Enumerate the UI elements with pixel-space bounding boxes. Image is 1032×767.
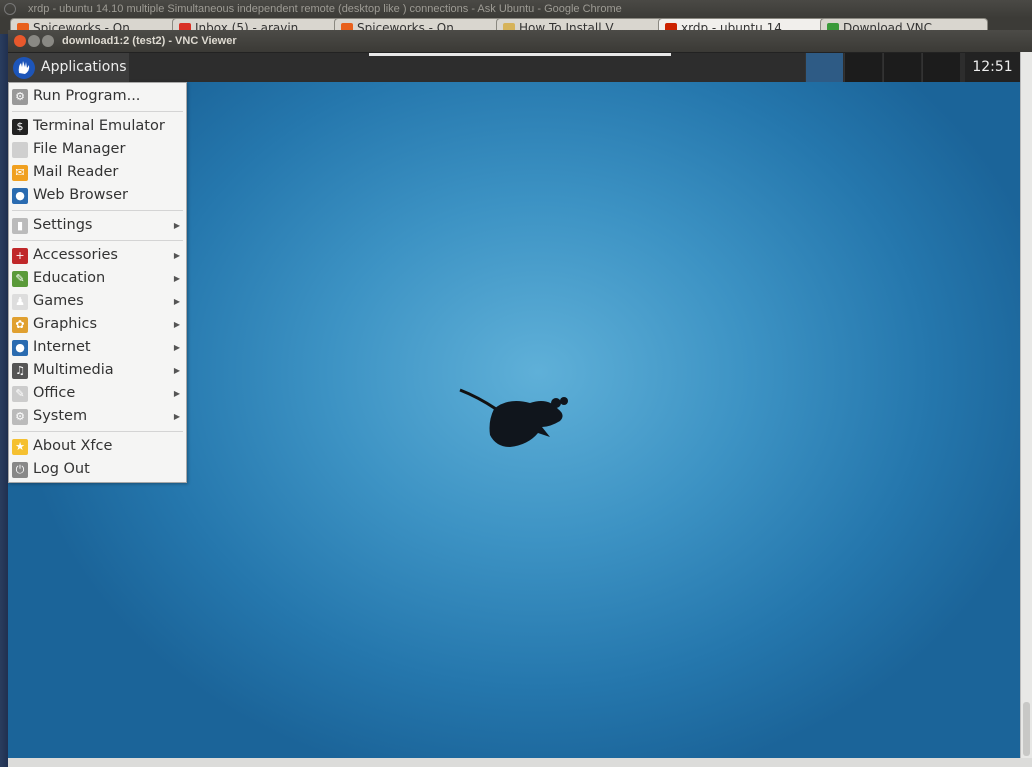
- menu-item-system[interactable]: ⚙ System ▶: [9, 405, 186, 428]
- workspace-2[interactable]: [844, 53, 882, 83]
- menu-separator: [12, 240, 183, 241]
- menu-item-run-program[interactable]: ⚙ Run Program...: [9, 85, 186, 108]
- submenu-arrow-icon: ▶: [173, 412, 180, 421]
- menu-item-label: Accessories: [33, 247, 118, 263]
- menu-item-games[interactable]: ♟ Games ▶: [9, 290, 186, 313]
- submenu-arrow-icon: ▶: [173, 343, 180, 352]
- menu-item-label: Run Program...: [33, 88, 141, 104]
- menu-item-label: Education: [33, 270, 106, 286]
- horizontal-scrollbar[interactable]: [8, 758, 1032, 767]
- menu-item-label: Settings: [33, 217, 93, 233]
- menu-item-label: Terminal Emulator: [33, 118, 165, 134]
- submenu-arrow-icon: ▶: [173, 251, 180, 260]
- submenu-arrow-icon: ▶: [173, 320, 180, 329]
- menu-item-label: Mail Reader: [33, 164, 119, 180]
- xfce-mouse-logo: [459, 388, 568, 447]
- xfce-panel: Applications 12:51: [8, 52, 1020, 83]
- menu-item-label: Web Browser: [33, 187, 128, 203]
- menu-item-settings[interactable]: ▮ Settings ▶: [9, 214, 186, 237]
- terminal-icon: $: [12, 119, 28, 135]
- globe-icon: ●: [12, 340, 28, 356]
- accessories-icon: +: [12, 248, 28, 264]
- close-window-icon[interactable]: [4, 3, 16, 15]
- menu-item-label: Log Out: [33, 461, 90, 477]
- vertical-scrollbar[interactable]: [1020, 52, 1032, 758]
- close-icon[interactable]: [14, 35, 26, 47]
- menu-item-about-xfce[interactable]: ★ About Xfce: [9, 435, 186, 458]
- loading-bar: [369, 53, 671, 56]
- menu-item-multimedia[interactable]: ♫ Multimedia ▶: [9, 359, 186, 382]
- games-icon: ♟: [12, 294, 28, 310]
- applications-menu-button[interactable]: Applications: [8, 53, 129, 83]
- education-icon: ✎: [12, 271, 28, 287]
- workspace-1[interactable]: [805, 53, 843, 83]
- submenu-arrow-icon: ▶: [173, 366, 180, 375]
- mail-icon: ✉: [12, 165, 28, 181]
- menu-item-accessories[interactable]: + Accessories ▶: [9, 244, 186, 267]
- menu-item-label: About Xfce: [33, 438, 113, 454]
- gear-icon: ⚙: [12, 409, 28, 425]
- chrome-window-title: xrdp - ubuntu 14.10 multiple Simultaneou…: [28, 3, 622, 15]
- ubuntu-launcher: [0, 34, 8, 767]
- menu-item-label: Office: [33, 385, 76, 401]
- submenu-arrow-icon: ▶: [173, 221, 180, 230]
- submenu-arrow-icon: ▶: [173, 274, 180, 283]
- menu-item-office[interactable]: ✎ Office ▶: [9, 382, 186, 405]
- palette-icon: ✿: [12, 317, 28, 333]
- chrome-title-bar: xrdp - ubuntu 14.10 multiple Simultaneou…: [0, 0, 1032, 18]
- clock[interactable]: 12:51: [965, 53, 1020, 83]
- menu-item-label: Games: [33, 293, 84, 309]
- menu-item-graphics[interactable]: ✿ Graphics ▶: [9, 313, 186, 336]
- folder-icon: [12, 142, 28, 158]
- xfce-logo-icon: [13, 57, 35, 79]
- maximize-icon[interactable]: [42, 35, 54, 47]
- power-icon: ⏻: [12, 462, 28, 478]
- applications-menu: ⚙ Run Program... $ Terminal Emulator File Ma…: [8, 82, 187, 483]
- menu-item-internet[interactable]: ● Internet ▶: [9, 336, 186, 359]
- menu-separator: [12, 111, 183, 112]
- workspace-3[interactable]: [883, 53, 921, 83]
- menu-item-label: System: [33, 408, 88, 424]
- menu-item-log-out[interactable]: ⏻ Log Out: [9, 458, 186, 481]
- menu-item-label: File Manager: [33, 141, 126, 157]
- menu-item-mail-reader[interactable]: ✉ Mail Reader: [9, 161, 186, 184]
- multimedia-icon: ♫: [12, 363, 28, 379]
- vnc-window-title: download1:2 (test2) - VNC Viewer: [62, 35, 237, 47]
- submenu-arrow-icon: ▶: [173, 297, 180, 306]
- menu-separator: [12, 431, 183, 432]
- submenu-arrow-icon: ▶: [173, 389, 180, 398]
- minimize-icon[interactable]: [28, 35, 40, 47]
- menu-separator: [12, 210, 183, 211]
- gears-icon: ⚙: [12, 89, 28, 105]
- vnc-title-bar[interactable]: download1:2 (test2) - VNC Viewer: [8, 30, 1032, 52]
- menu-item-terminal-emulator[interactable]: $ Terminal Emulator: [9, 115, 186, 138]
- workspace-4[interactable]: [922, 53, 960, 83]
- globe-icon: ●: [12, 188, 28, 204]
- settings-icon: ▮: [12, 218, 28, 234]
- menu-item-label: Graphics: [33, 316, 98, 332]
- scrollbar-thumb[interactable]: [1023, 702, 1030, 756]
- menu-item-education[interactable]: ✎ Education ▶: [9, 267, 186, 290]
- menu-item-label: Internet: [33, 339, 91, 355]
- applications-label: Applications: [41, 59, 127, 75]
- office-icon: ✎: [12, 386, 28, 402]
- menu-item-web-browser[interactable]: ● Web Browser: [9, 184, 186, 207]
- menu-item-file-manager[interactable]: File Manager: [9, 138, 186, 161]
- menu-item-label: Multimedia: [33, 362, 114, 378]
- star-icon: ★: [12, 439, 28, 455]
